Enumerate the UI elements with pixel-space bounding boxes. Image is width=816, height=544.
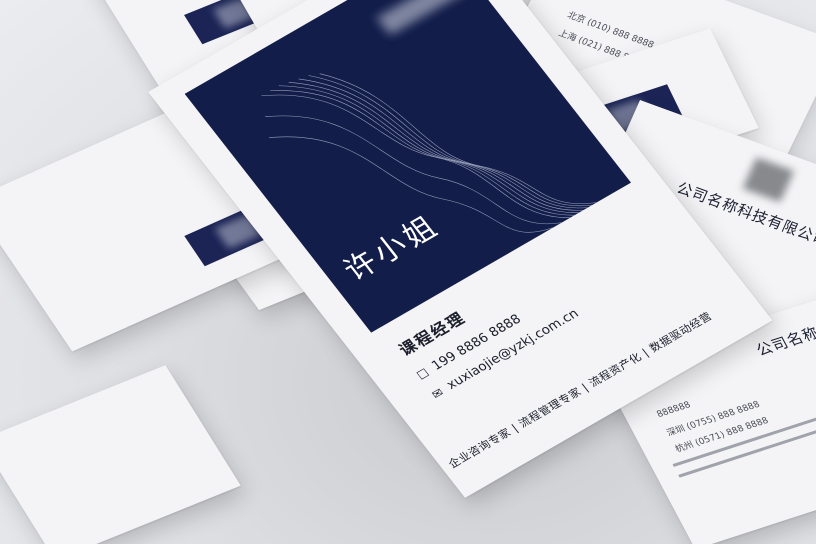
address-line: 888888: [655, 400, 693, 420]
business-card-mockup-scene: 北京 (010) 888 8888 上海 (021) 888 8888 公司名称…: [0, 0, 816, 544]
mail-icon: ✉: [428, 385, 447, 402]
business-card-front-bottom-left: [0, 365, 241, 544]
logo-blur: [742, 157, 795, 203]
phone-icon: ☐: [414, 366, 433, 383]
